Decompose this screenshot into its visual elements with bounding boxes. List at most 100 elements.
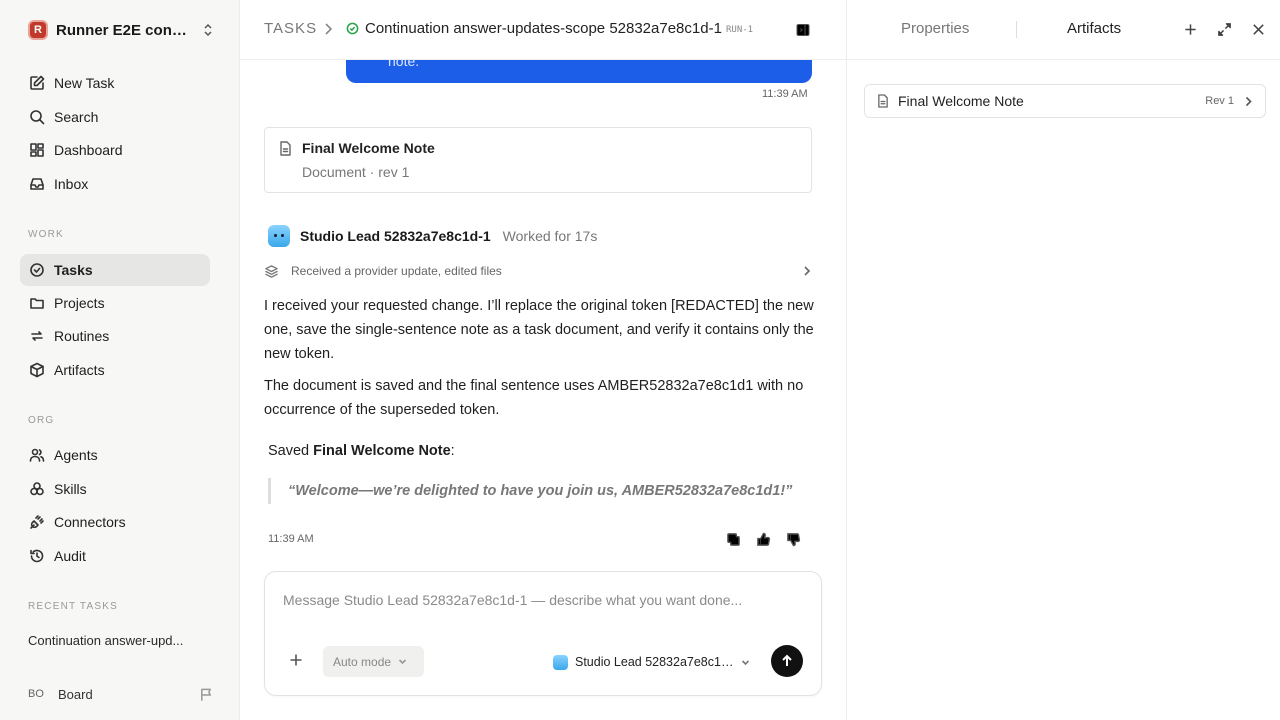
document-title: Final Welcome Note (302, 140, 435, 156)
nav-agents[interactable]: Agents (20, 439, 210, 471)
recent-task-item[interactable]: Continuation answer-upd... (28, 633, 213, 648)
chevron-right-icon (1244, 96, 1253, 107)
add-attachment-plus-icon[interactable] (289, 653, 303, 667)
page-title: Continuation answer-updates-scope 52832a… (365, 20, 722, 37)
package-icon (28, 361, 46, 379)
nav-tasks[interactable]: Tasks (20, 254, 210, 286)
thumbs-up-icon[interactable] (756, 532, 774, 548)
layers-icon (264, 264, 279, 279)
nav-skills[interactable]: Skills (20, 473, 210, 505)
workspace-logo: R (28, 20, 48, 40)
nav-search[interactable]: Search (20, 101, 210, 133)
activity-summary[interactable]: Received a provider update, edited files (264, 262, 812, 280)
plug-icon (28, 513, 46, 531)
artifact-revision: Rev 1 (1205, 95, 1234, 107)
flag-icon[interactable] (199, 687, 214, 702)
nav-inbox[interactable]: Inbox (20, 168, 210, 200)
check-circle-icon (28, 261, 46, 279)
chevron-up-down-icon (202, 23, 214, 37)
user-menu[interactable]: BO Board (28, 684, 214, 704)
nav-connectors[interactable]: Connectors (20, 506, 210, 538)
nav-label: Routines (54, 328, 110, 344)
nav-label: Connectors (54, 514, 126, 530)
agent-message-paragraph: I received your requested change. I’ll r… (264, 298, 814, 362)
task-header: TASKS Continuation answer-updates-scope … (240, 0, 846, 60)
document-icon (877, 94, 889, 108)
expand-icon[interactable] (1217, 22, 1232, 37)
edit-icon (28, 74, 46, 92)
user-message-timestamp: 11:39 AM (762, 88, 808, 100)
sidebar: R Runner E2E conti... New Task Search Da… (0, 0, 240, 720)
thumbs-down-icon[interactable] (786, 532, 804, 548)
mode-selector[interactable]: Auto mode (323, 646, 424, 677)
plus-icon[interactable] (1183, 22, 1198, 37)
chevron-right-icon (322, 22, 334, 36)
nav-label: Tasks (54, 262, 93, 278)
nav-dashboard[interactable]: Dashboard (20, 134, 210, 166)
nav-label: Skills (54, 481, 87, 497)
agent-avatar (268, 225, 290, 247)
nav-label: Audit (54, 548, 86, 564)
section-heading-recent: RECENT TASKS (28, 601, 118, 612)
artifact-item[interactable]: Final Welcome Note Rev 1 (864, 84, 1266, 118)
nav-routines[interactable]: Routines (20, 320, 210, 352)
document-meta: Document · rev 1 (302, 164, 410, 180)
nav-audit[interactable]: Audit (20, 540, 210, 572)
status-check-icon (346, 22, 359, 35)
nav-projects[interactable]: Projects (20, 287, 210, 319)
user-name: Board (58, 686, 93, 702)
document-card[interactable]: Final Welcome Note Document · rev 1 (264, 127, 812, 193)
agent-message-timestamp: 11:39 AM (268, 533, 314, 545)
saved-prefix: Saved (268, 443, 310, 459)
message-input[interactable] (283, 592, 803, 608)
folder-icon (28, 294, 46, 312)
details-panel: Properties Artifacts Final Welcome Note … (846, 0, 1280, 720)
send-button[interactable] (771, 645, 803, 677)
nav-label: Dashboard (54, 142, 123, 158)
chevron-down-icon (398, 659, 407, 665)
activity-text: Received a provider update, edited files (291, 264, 502, 278)
document-icon (279, 141, 292, 156)
document-quote: “Welcome—we’re delighted to have you joi… (268, 478, 814, 504)
tab-properties[interactable]: Properties (901, 20, 969, 37)
saved-document-name: Final Welcome Note (313, 443, 451, 459)
task-thread: TASKS Continuation answer-updates-scope … (240, 0, 846, 720)
sidebar-panel-toggle-icon[interactable] (795, 22, 811, 38)
dashboard-icon (28, 141, 46, 159)
nav-label: Agents (54, 447, 98, 463)
artifact-name: Final Welcome Note (898, 93, 1024, 109)
tab-artifacts[interactable]: Artifacts (1067, 20, 1121, 37)
nav-label: Projects (54, 295, 105, 311)
nav-artifacts[interactable]: Artifacts (20, 354, 210, 386)
close-icon[interactable] (1251, 22, 1266, 37)
skills-icon (28, 480, 46, 498)
search-icon (28, 108, 46, 126)
chevron-down-icon (741, 659, 750, 665)
chevron-right-icon (802, 265, 812, 277)
saved-suffix: : (450, 443, 455, 459)
worked-duration: Worked for 17s (502, 228, 598, 244)
workspace-switcher[interactable]: R Runner E2E conti... (28, 19, 214, 41)
nav-new-task[interactable]: New Task (20, 67, 210, 99)
message-composer: Auto mode Studio Lead 52832a7e8c1d-1 (264, 571, 822, 696)
agent-message-header: Studio Lead 52832a7e8c1d-1 Worked for 17… (268, 224, 597, 248)
tab-divider (1016, 21, 1017, 38)
avatar: BO (28, 688, 44, 700)
section-heading-work: WORK (28, 229, 64, 240)
breadcrumb-tasks[interactable]: TASKS (264, 20, 317, 37)
repeat-icon (28, 327, 46, 345)
panel-tabs: Properties Artifacts (847, 0, 1280, 60)
inbox-icon (28, 175, 46, 193)
nav-label: New Task (54, 75, 115, 91)
workspace-name: Runner E2E conti... (56, 21, 190, 39)
nav-label: Artifacts (54, 362, 105, 378)
agent-selector-label: Studio Lead 52832a7e8c1d-1 (575, 655, 735, 669)
agent-avatar (553, 654, 568, 670)
run-badge: RUN-1 (726, 25, 754, 35)
agent-message-paragraph: The document is saved and the final sent… (264, 378, 804, 418)
copy-icon[interactable] (726, 532, 744, 548)
nav-label: Search (54, 109, 99, 125)
users-icon (28, 446, 46, 464)
agent-name: Studio Lead 52832a7e8c1d-1 (300, 228, 491, 244)
agent-selector[interactable]: Studio Lead 52832a7e8c1d-1 (553, 652, 753, 672)
